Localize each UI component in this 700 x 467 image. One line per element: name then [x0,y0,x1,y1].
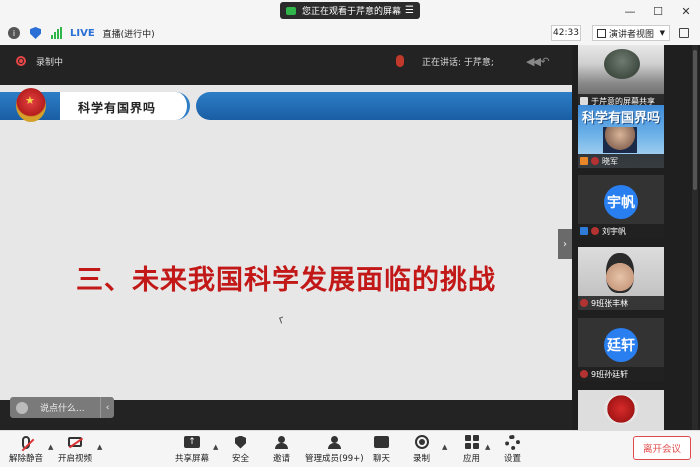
view-mode-dropdown[interactable]: 演讲者视图 ▼ [592,25,670,41]
emblem-icon [604,394,638,424]
video-thumbnail [604,49,640,79]
speaker-view-icon [597,28,606,38]
chevron-left-icon[interactable]: ‹ [100,397,114,418]
recording-bar: 录制中 正在讲话: 于芹意; ◀◀ ↶ [0,45,572,78]
record-button[interactable]: 录制 [413,434,430,464]
meeting-timer: 42:33 [551,25,581,41]
participant-tile[interactable]: 廷轩 9班孙廷轩 [578,318,664,381]
participant-tile[interactable]: 9班张丰林 [578,247,664,310]
banner-title: 科学有国界吗 [78,101,157,115]
camera-off-icon [67,434,83,450]
video-thumbnail [603,127,637,153]
fullscreen-icon[interactable] [679,28,689,38]
avatar: 宇帆 [604,185,638,219]
banner-right-bar [196,92,572,120]
chevron-up-icon[interactable]: ▲ [442,443,447,451]
share-notice-label: 您正在观看于芹意的屏幕 [302,7,402,17]
screen-share-icon [580,97,588,105]
menu-lines-icon[interactable]: ☰ [405,5,414,16]
participant-tile[interactable]: 宇帆 刘宇帆 [578,175,664,238]
security-shield-icon[interactable] [30,27,41,39]
minimize-button[interactable]: — [616,0,644,22]
user-icon [580,227,588,235]
info-icon[interactable]: i [8,27,20,39]
mic-muted-icon [18,434,34,450]
add-person-icon [274,434,290,450]
emoji-icon[interactable] [16,401,28,414]
live-badge: LIVE [70,27,95,39]
share-screen-icon: ↑ [184,434,200,450]
chat-placeholder: 说点什么... [40,404,85,414]
tile-slide-title: 科学有国界吗 [581,111,660,126]
participant-caption: 9班张丰林 [578,296,664,310]
members-icon [326,434,342,450]
panel-scrollbar[interactable] [692,45,698,430]
chevron-up-icon[interactable]: ▲ [213,443,218,451]
settings-button[interactable]: 设置 [504,434,521,464]
screen-share-notice[interactable]: 您正在观看于芹意的屏幕 ☰ [280,2,420,19]
shared-slide: 科学有国界吗 三、未来我国科学发展面临的挑战 [0,85,572,400]
chevron-up-icon[interactable]: ▲ [48,443,53,451]
shield-icon [233,434,249,450]
participant-caption: 晓军 [578,154,664,168]
emblem-icon [16,88,46,122]
speaking-label: 正在讲话: 于芹意; [422,58,494,68]
view-mode-label: 演讲者视图 [609,29,655,40]
chat-icon [374,434,390,450]
window-controls: — ☐ ✕ [616,0,700,22]
mouse-cursor-icon [279,316,285,324]
participant-caption: 刘宇帆 [578,224,664,238]
collapse-panel-button[interactable]: › [558,229,572,259]
avatar: 廷轩 [604,328,638,362]
unmute-button[interactable]: 解除静音 [9,434,43,464]
invite-button[interactable]: 邀请 [273,434,290,464]
mic-muted-icon [591,227,599,235]
gear-icon [505,434,521,450]
participant-tile[interactable] [578,390,664,430]
start-video-button[interactable]: 开启视频 [58,434,92,464]
mic-muted-icon [591,157,599,165]
mic-muted-icon [580,299,588,307]
main-stage: 录制中 正在讲话: 于芹意; ◀◀ ↶ 科学有国界吗 三、未来我国科学发展面临的… [0,45,572,430]
chevron-up-icon[interactable]: ▲ [485,443,490,451]
chat-input[interactable]: 说点什么... ‹ [10,397,114,418]
signal-bars-icon[interactable] [51,27,62,39]
maximize-button[interactable]: ☐ [644,0,672,22]
chevron-down-icon: ▼ [659,29,665,37]
layout-arrows-icon[interactable]: ◀◀ ↶ [526,55,550,68]
share-screen-button[interactable]: ↑ 共享屏幕 [175,434,209,464]
manage-members-button[interactable]: 管理成员(99+) [305,434,364,464]
user-icon [580,157,588,165]
video-thumbnail [606,253,634,293]
chat-button[interactable]: 聊天 [373,434,390,464]
live-status-text[interactable]: 直播(进行中) [103,27,155,40]
participant-tile[interactable]: 科学有国界吗 晓军 [578,105,664,168]
meeting-toolbar: 解除静音 ▲ 开启视频 ▲ ↑ 共享屏幕 ▲ 安全 邀请 管理成员(99+) 聊… [0,430,700,467]
leave-meeting-button[interactable]: 离开会议 [633,436,691,460]
apps-grid-icon [464,434,480,450]
record-icon [414,434,430,450]
slide-heading: 三、未来我国科学发展面临的挑战 [76,265,496,296]
speaker-mic-icon [396,55,404,67]
close-button[interactable]: ✕ [672,0,700,22]
security-button[interactable]: 安全 [232,434,249,464]
participant-caption: 9班孙廷轩 [578,367,664,381]
recording-icon [16,56,26,66]
apps-button[interactable]: 应用 [463,434,480,464]
status-bar: i LIVE 直播(进行中) 42:33 演讲者视图 ▼ [0,23,700,43]
mic-muted-icon [580,370,588,378]
screen-share-icon [286,6,296,15]
recording-label: 录制中 [36,58,64,68]
chevron-up-icon[interactable]: ▲ [97,443,102,451]
title-bar: 您正在观看于芹意的屏幕 ☰ — ☐ ✕ [0,0,700,22]
participant-panel: 于芹意的屏幕共享 科学有国界吗 晓军 宇帆 刘宇帆 9班张丰林 廷轩 9班孙廷轩 [572,45,700,430]
participant-tile[interactable]: 于芹意的屏幕共享 [578,45,664,108]
